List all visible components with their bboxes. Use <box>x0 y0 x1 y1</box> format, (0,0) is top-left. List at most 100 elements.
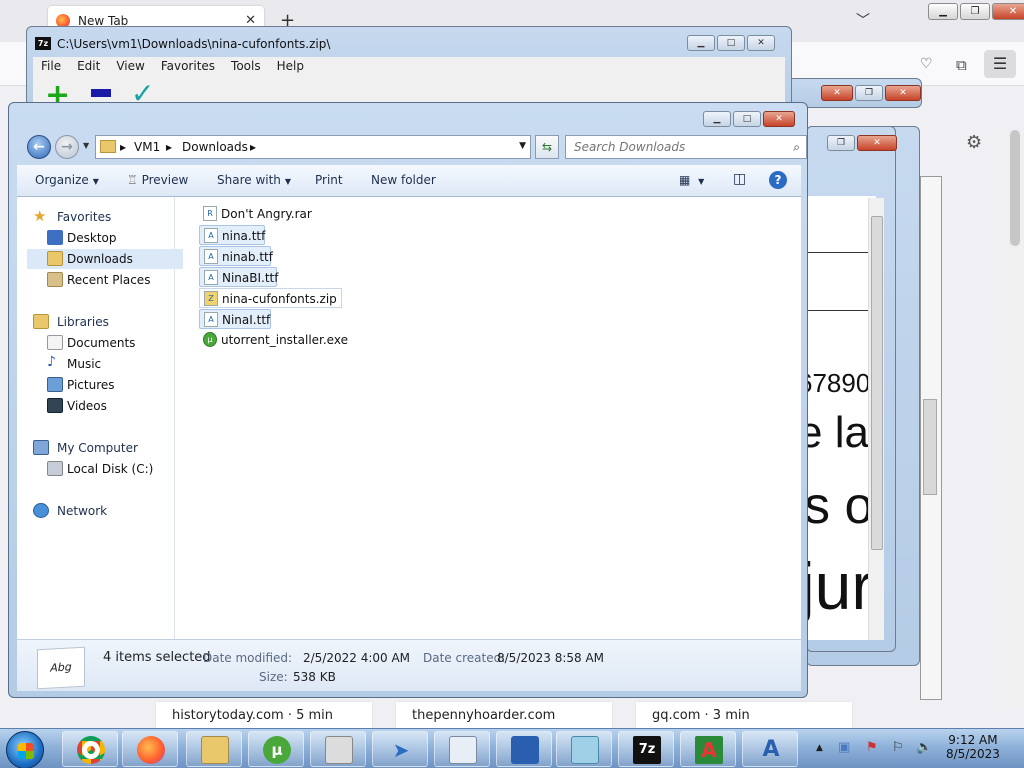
volume-muted-icon[interactable]: 🔈 <box>916 740 932 755</box>
file-item-selected[interactable]: Aninab.ttf <box>199 246 273 266</box>
start-button[interactable] <box>6 731 44 768</box>
maximize-button[interactable]: □ <box>733 111 761 127</box>
taskbar-printer[interactable] <box>310 731 366 767</box>
close-button[interactable]: ✕ <box>885 85 921 101</box>
tray-app-icon[interactable]: ▣ <box>838 740 850 755</box>
new-folder-button[interactable]: New folder <box>371 173 436 187</box>
network-error-icon[interactable]: ⚑ <box>866 740 878 755</box>
libraries-icon <box>33 314 49 329</box>
close-button[interactable]: ✕ <box>747 35 775 51</box>
breadcrumb-vm1[interactable]: VM1 <box>134 140 160 154</box>
maximize-button[interactable]: □ <box>717 35 745 51</box>
view-options-icon[interactable]: ▦ ▼ <box>679 173 704 187</box>
clock[interactable]: 9:12 AM 8/5/2023 <box>946 733 1000 761</box>
nav-downloads[interactable]: Downloads <box>27 249 183 269</box>
list-all-tabs-button[interactable]: ﹀ <box>856 10 870 30</box>
taskbar-font-viewer[interactable]: A <box>680 731 736 767</box>
minimize-button[interactable]: ▁ <box>928 3 958 20</box>
search-icon[interactable]: ⌕ <box>793 140 800 155</box>
scrollbar-thumb[interactable] <box>1010 130 1020 246</box>
menu-edit[interactable]: Edit <box>69 57 108 77</box>
chrome-icon <box>77 736 105 764</box>
nav-local-disk[interactable]: Local Disk (C:) <box>27 459 183 479</box>
top-site-tile[interactable]: thepennyhoarder.com <box>396 702 612 730</box>
back-button[interactable]: ← <box>27 135 51 159</box>
minimize-button[interactable]: ▁ <box>703 111 731 127</box>
top-site-tile[interactable]: gq.com · 3 min <box>636 702 852 730</box>
nav-music[interactable]: ♪ Music <box>27 354 183 374</box>
top-site-tile[interactable]: historytoday.com · 5 min <box>156 702 372 730</box>
close-button[interactable]: ✕ <box>857 135 897 151</box>
file-item-selected[interactable]: A NinaI.ttf <box>199 309 271 329</box>
close-button[interactable]: ✕ <box>992 3 1024 20</box>
restore-button[interactable]: ❐ <box>960 3 990 20</box>
address-dropdown-icon[interactable]: ▼ <box>519 141 526 151</box>
help-icon[interactable]: ? <box>769 171 787 189</box>
preview-button[interactable]: ♖ Preview <box>127 173 188 187</box>
nav-label: Local Disk (C:) <box>67 462 154 476</box>
preview-scrollbar[interactable] <box>868 198 884 640</box>
taskbar-paper-plane[interactable]: ➤ <box>372 731 428 767</box>
nav-my-computer[interactable]: My Computer <box>27 438 183 458</box>
menu-view[interactable]: View <box>108 57 152 77</box>
taskbar-firefox[interactable] <box>122 731 178 767</box>
file-item[interactable]: Znina-cufonfonts.zip <box>199 288 342 308</box>
menu-favorites[interactable]: Favorites <box>153 57 223 77</box>
scrollbar-thumb[interactable] <box>923 399 937 495</box>
forward-button[interactable]: → <box>55 135 79 159</box>
nav-documents[interactable]: Documents <box>27 333 183 353</box>
address-bar[interactable]: ▸ VM1 ▸ Downloads ▸ ▼ <box>95 135 531 159</box>
minimize-button[interactable]: ▁ <box>687 35 715 51</box>
restore-button[interactable]: ❐ <box>827 135 855 151</box>
nav-videos[interactable]: Videos <box>27 396 183 416</box>
taskbar-notepad[interactable] <box>556 731 612 767</box>
nav-favorites[interactable]: ★ Favorites <box>27 207 183 227</box>
file-item-selected[interactable]: Anina.ttf <box>199 225 265 245</box>
file-item[interactable]: µ utorrent_installer.exe <box>199 330 352 350</box>
nav-pictures[interactable]: Pictures <box>27 375 183 395</box>
hamburger-menu-icon[interactable]: ☰ <box>984 50 1016 78</box>
menu-help[interactable]: Help <box>269 57 312 77</box>
taskbar-computer[interactable] <box>496 731 552 767</box>
search-input[interactable] <box>574 137 784 157</box>
taskbar-chrome[interactable] <box>62 731 118 767</box>
share-with-button[interactable]: Share with ▼ <box>217 173 291 187</box>
nav-recent-places[interactable]: Recent Places <box>27 270 183 290</box>
extensions-icon[interactable]: ⧉ <box>956 56 967 74</box>
gear-icon[interactable]: ⚙ <box>966 132 982 153</box>
pocket-icon[interactable]: ♡ <box>920 56 933 72</box>
background-scrollbar[interactable] <box>920 176 942 700</box>
preview-pane-icon[interactable]: ◫ <box>733 171 746 187</box>
extract-icon[interactable] <box>91 89 111 97</box>
restore-button[interactable]: ❐ <box>855 85 883 101</box>
taskbar-explorer[interactable] <box>186 731 242 767</box>
close-button[interactable]: ✕ <box>763 111 795 127</box>
organize-button[interactable]: Organize ▼ <box>35 173 99 187</box>
menu-file[interactable]: File <box>33 57 69 77</box>
breadcrumb-separator[interactable]: ▸ <box>120 140 126 154</box>
close-button[interactable]: ✕ <box>821 85 853 101</box>
refresh-button[interactable]: ⇆ <box>535 135 559 159</box>
taskbar-calculator[interactable] <box>434 731 490 767</box>
file-item[interactable]: R Don't Angry.rar <box>199 204 316 224</box>
taskbar-7zip[interactable]: 7z <box>618 731 674 767</box>
firefox-window-controls: ▁ ❐ ✕ <box>926 3 1024 21</box>
breadcrumb-downloads[interactable]: Downloads <box>182 140 248 154</box>
nav-desktop[interactable]: Desktop <box>27 228 183 248</box>
taskbar-utorrent[interactable]: µ <box>248 731 304 767</box>
breadcrumb-separator[interactable]: ▸ <box>250 140 256 154</box>
file-item-selected[interactable]: A NinaBI.ttf <box>199 267 279 287</box>
menu-tools[interactable]: Tools <box>223 57 269 77</box>
page-scrollbar[interactable] <box>1006 130 1024 710</box>
recent-pages-dropdown-icon[interactable]: ▼ <box>83 141 89 150</box>
scrollbar-thumb[interactable] <box>871 216 883 550</box>
nav-network[interactable]: Network <box>27 501 183 521</box>
search-box[interactable]: ⌕ <box>565 135 807 159</box>
show-hidden-icons-icon[interactable]: ▲ <box>816 743 823 753</box>
nav-libraries[interactable]: Libraries <box>27 312 183 332</box>
breadcrumb-separator[interactable]: ▸ <box>166 140 172 154</box>
action-center-icon[interactable]: ⚐ <box>892 740 904 755</box>
nav-label: Libraries <box>57 315 109 329</box>
print-button[interactable]: Print <box>315 173 343 187</box>
taskbar-font[interactable]: A <box>742 731 798 767</box>
